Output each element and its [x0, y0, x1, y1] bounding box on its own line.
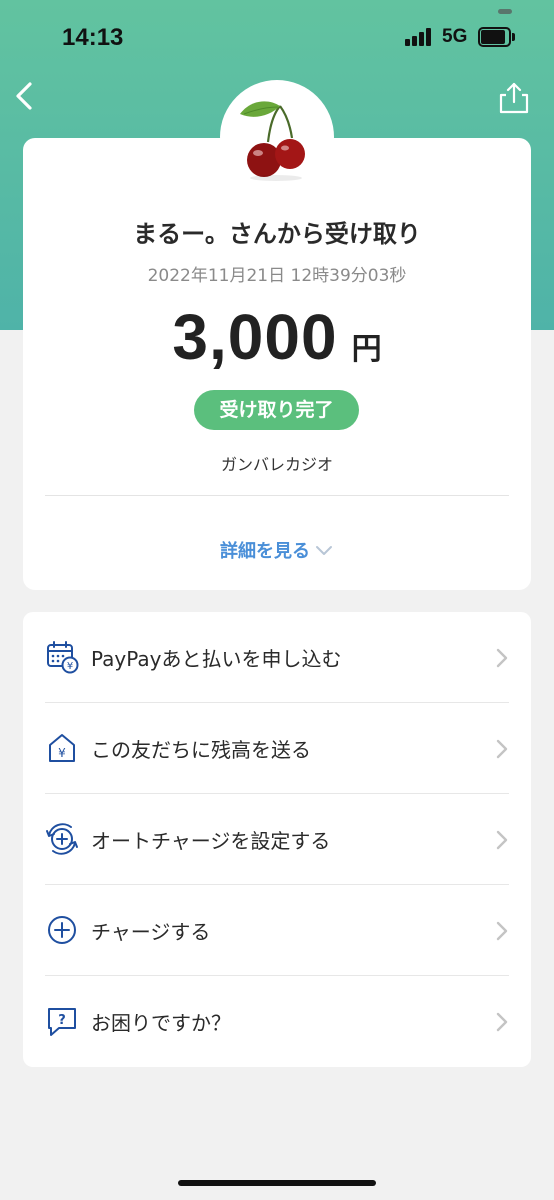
- menu-item-label: オートチャージを設定する: [91, 829, 331, 853]
- menu-item-label: お困りですか？: [91, 1011, 231, 1035]
- plus-circle-icon: [48, 916, 76, 944]
- svg-text:?: ?: [58, 1013, 66, 1028]
- chevron-right-icon: [496, 739, 508, 759]
- menu-item-auto-charge[interactable]: オートチャージを設定する: [23, 794, 531, 885]
- back-button[interactable]: [8, 78, 38, 114]
- help-chat-icon: ?: [48, 1008, 76, 1036]
- chevron-right-icon: [496, 1012, 508, 1032]
- cherry-icon: [240, 101, 305, 181]
- chevron-left-icon: [16, 82, 32, 110]
- details-link[interactable]: 詳細を見る: [0, 537, 554, 563]
- transaction-message: ガンバレカジオ: [220, 455, 333, 474]
- menu-item-charge[interactable]: チャージする: [23, 885, 531, 976]
- battery-icon: [478, 27, 516, 47]
- signal-icon: [405, 28, 435, 46]
- house-yen-icon: ¥: [49, 734, 75, 762]
- menu-item-label: チャージする: [91, 920, 211, 944]
- status-badge: 受け取り完了: [194, 390, 359, 430]
- menu-item-label: PayPayあと払いを申し込む: [91, 647, 342, 671]
- calendar-yen-icon: ¥: [47, 641, 79, 674]
- chevron-right-icon: [496, 921, 508, 941]
- svg-text:¥: ¥: [67, 661, 73, 672]
- menu-item-paypay-later[interactable]: ¥ PayPayあと払いを申し込む: [23, 612, 531, 703]
- svg-text:¥: ¥: [58, 746, 66, 760]
- auto-charge-icon: [46, 823, 78, 855]
- menu-item-help[interactable]: ? お困りですか？: [23, 976, 531, 1067]
- amount-value: 3,000: [172, 301, 338, 373]
- details-link-label: 詳細を見る: [220, 541, 310, 562]
- avatar: [220, 80, 334, 194]
- menu-item-label: この友だちに残高を送る: [91, 738, 311, 762]
- amount-row: 3,000 円: [0, 300, 554, 374]
- divider: [45, 495, 509, 496]
- chevron-right-icon: [496, 648, 508, 668]
- menu-item-send-balance[interactable]: ¥ この友だちに残高を送る: [23, 703, 531, 794]
- currency-label: 円: [351, 332, 382, 367]
- transaction-datetime: 2022年11月21日 12時39分03秒: [147, 266, 407, 286]
- status-bar: 14:13 5G: [0, 0, 554, 74]
- status-indicator: [498, 9, 512, 14]
- transaction-title: まるー。さんから受け取り: [133, 220, 421, 248]
- chevron-down-icon: [314, 542, 334, 563]
- status-time: 14:13: [62, 24, 124, 51]
- share-button[interactable]: [498, 80, 530, 116]
- home-indicator[interactable]: [178, 1180, 376, 1186]
- network-label: 5G: [442, 26, 468, 47]
- share-icon: [499, 82, 529, 114]
- chevron-right-icon: [496, 830, 508, 850]
